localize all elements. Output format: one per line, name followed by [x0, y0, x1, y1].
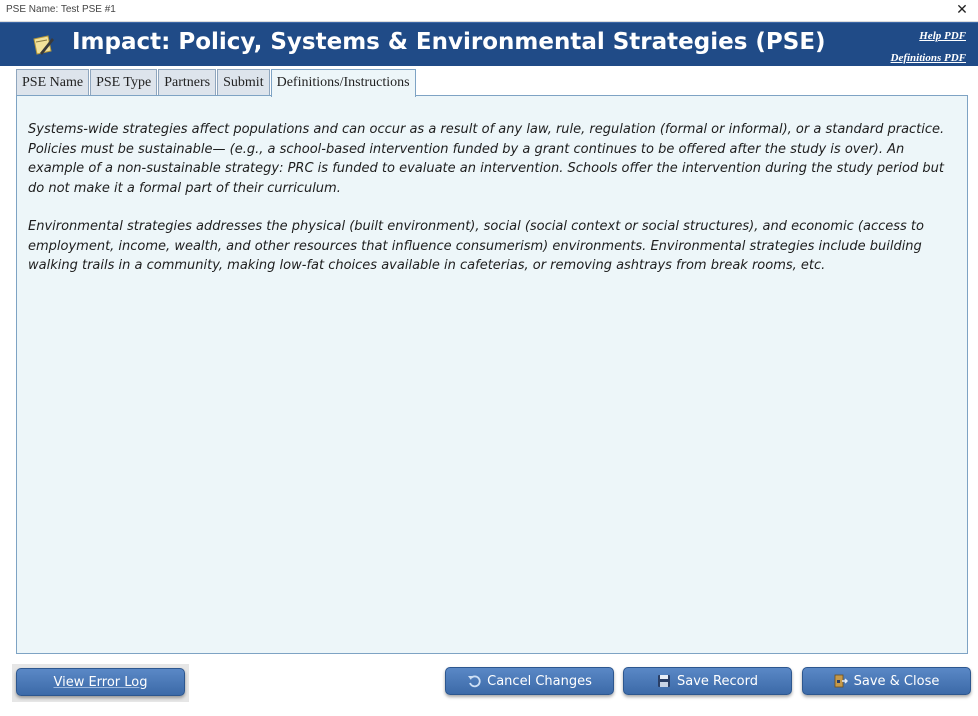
close-icon[interactable]: ✕ — [954, 1, 970, 19]
header-banner: Impact: Policy, Systems & Environmental … — [0, 22, 978, 66]
save-and-close-button[interactable]: Save & Close — [802, 667, 971, 695]
undo-icon — [468, 675, 481, 688]
note-pencil-icon — [33, 35, 54, 55]
page-title: Impact: Policy, Systems & Environmental … — [72, 29, 826, 55]
cancel-changes-button[interactable]: Cancel Changes — [445, 667, 614, 695]
view-error-log-button[interactable]: View Error Log — [16, 668, 185, 696]
window-titlebar: PSE Name: Test PSE #1 ✕ — [0, 0, 978, 22]
definitions-panel: Systems-wide strategies affect populatio… — [16, 95, 968, 654]
window-title: PSE Name: Test PSE #1 — [6, 4, 116, 15]
view-error-log-label: View Error Log — [53, 674, 148, 690]
systems-strategies-paragraph: Systems-wide strategies affect populatio… — [28, 122, 945, 196]
floppy-disk-icon — [658, 675, 671, 687]
tab-partners[interactable]: Partners — [158, 69, 217, 96]
tab-bar: PSE Name PSE Type Partners Submit Defini… — [16, 69, 417, 97]
save-exit-icon — [834, 674, 848, 688]
tab-pse-type[interactable]: PSE Type — [90, 69, 158, 96]
tab-submit[interactable]: Submit — [217, 69, 270, 96]
save-and-close-label: Save & Close — [853, 673, 940, 689]
definitions-pdf-link[interactable]: Definitions PDF — [891, 47, 966, 69]
tab-definitions-instructions[interactable]: Definitions/Instructions — [270, 69, 416, 97]
cancel-changes-label: Cancel Changes — [487, 673, 592, 689]
tab-pse-name[interactable]: PSE Name — [16, 69, 90, 96]
header-links: Help PDF Definitions PDF — [891, 25, 966, 69]
save-record-button[interactable]: Save Record — [623, 667, 792, 695]
save-record-label: Save Record — [677, 673, 758, 689]
help-pdf-link[interactable]: Help PDF — [891, 25, 966, 47]
environmental-strategies-paragraph: Environmental strategies addresses the p… — [28, 219, 924, 273]
